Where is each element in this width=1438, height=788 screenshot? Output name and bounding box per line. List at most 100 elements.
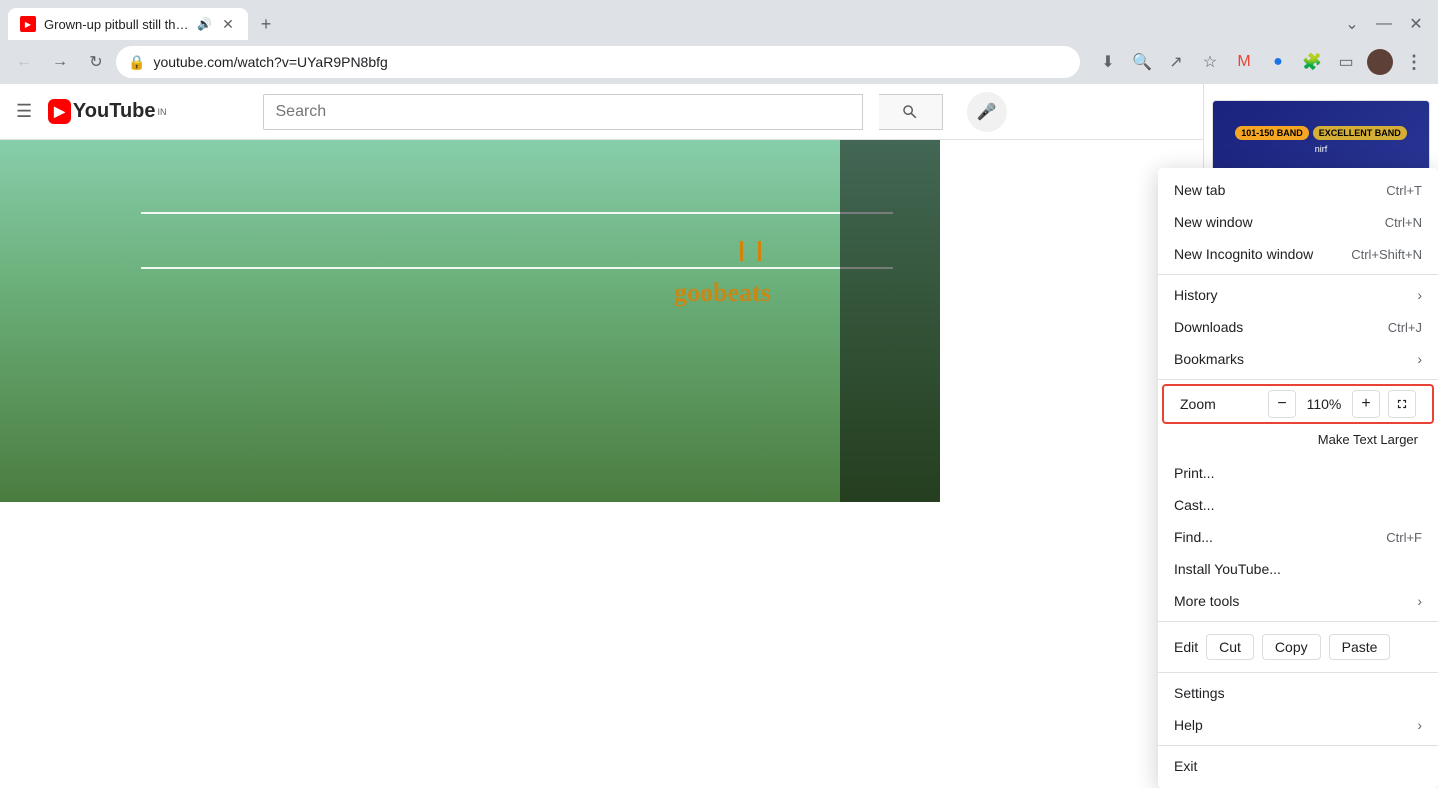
url-text: youtube.com/watch?v=UYaR9PN8bfg xyxy=(153,54,1068,70)
video-scene-bg xyxy=(0,140,940,502)
ad-badges: 101-150 BAND EXCELLENT BAND xyxy=(1235,126,1407,140)
extensions-puzzle-icon[interactable]: 🧩 xyxy=(1296,46,1328,78)
menu-item-more-tools[interactable]: More tools › xyxy=(1158,585,1438,617)
fullscreen-icon xyxy=(1395,397,1409,411)
tab-favicon xyxy=(20,16,36,32)
nirf-badge: 101-150 BAND xyxy=(1235,126,1309,140)
url-bar[interactable]: 🔒 youtube.com/watch?v=UYaR9PN8bfg xyxy=(116,46,1080,78)
forward-button[interactable]: → xyxy=(44,46,76,78)
paste-button[interactable]: Paste xyxy=(1329,634,1391,660)
menu-install-label: Install YouTube... xyxy=(1174,561,1422,577)
make-text-larger-button[interactable]: Make Text Larger xyxy=(1302,424,1434,455)
zoom-label: Zoom xyxy=(1180,396,1260,412)
menu-item-exit[interactable]: Exit xyxy=(1158,750,1438,782)
youtube-logo-sup: IN xyxy=(158,107,167,117)
menu-item-find[interactable]: Find... Ctrl+F xyxy=(1158,521,1438,553)
address-bar-icons: ⬇ 🔍 ↗ ☆ M ● 🧩 ▭ ⋮ xyxy=(1092,46,1430,78)
cast-icon[interactable]: ▭ xyxy=(1330,46,1362,78)
zoom-value: 110% xyxy=(1304,396,1344,412)
menu-more-tools-arrow: › xyxy=(1417,593,1422,609)
menu-bookmarks-arrow: › xyxy=(1417,351,1422,367)
menu-print-label: Print... xyxy=(1174,465,1422,481)
antenna-right xyxy=(758,241,761,261)
user-avatar xyxy=(1367,49,1393,75)
antenna-left xyxy=(740,241,743,261)
edit-row: Edit Cut Copy Paste xyxy=(1158,626,1438,668)
tab-bar-right: ⌄ — ✕ xyxy=(1338,10,1430,38)
menu-item-incognito[interactable]: New Incognito window Ctrl+Shift+N xyxy=(1158,238,1438,270)
menu-exit-label: Exit xyxy=(1174,758,1422,774)
menu-item-new-window[interactable]: New window Ctrl+N xyxy=(1158,206,1438,238)
fence-top xyxy=(141,212,893,214)
menu-item-bookmarks[interactable]: Bookmarks › xyxy=(1158,343,1438,375)
menu-new-window-label: New window xyxy=(1174,214,1373,230)
menu-item-settings[interactable]: Settings xyxy=(1158,677,1438,709)
search-box[interactable] xyxy=(263,94,863,130)
menu-item-install[interactable]: Install YouTube... xyxy=(1158,553,1438,585)
back-button[interactable]: ← xyxy=(8,46,40,78)
address-bar: ← → ↻ 🔒 youtube.com/watch?v=UYaR9PN8bfg … xyxy=(0,40,1438,84)
google-meet-icon[interactable]: ● xyxy=(1262,46,1294,78)
chrome-close-button[interactable]: ✕ xyxy=(1402,10,1430,38)
video-player[interactable]: goobeats xyxy=(0,140,940,502)
chrome-dropdown-menu: New tab Ctrl+T New window Ctrl+N New Inc… xyxy=(1158,168,1438,788)
zoom-icon[interactable]: 🔍 xyxy=(1126,46,1158,78)
excellent-badge: EXCELLENT BAND xyxy=(1313,126,1407,140)
menu-cast-label: Cast... xyxy=(1174,497,1422,513)
menu-downloads-label: Downloads xyxy=(1174,319,1376,335)
bookmark-star-icon[interactable]: ☆ xyxy=(1194,46,1226,78)
menu-more-tools-label: More tools xyxy=(1174,593,1405,609)
share-icon[interactable]: ↗ xyxy=(1160,46,1192,78)
menu-divider-2 xyxy=(1158,379,1438,380)
download-icon[interactable]: ⬇ xyxy=(1092,46,1124,78)
menu-divider-3 xyxy=(1158,621,1438,622)
menu-item-help[interactable]: Help › xyxy=(1158,709,1438,741)
menu-item-history[interactable]: History › xyxy=(1158,279,1438,311)
menu-divider-4 xyxy=(1158,672,1438,673)
tab-title: Grown-up pitbull still thinks xyxy=(44,17,189,32)
menu-item-cast[interactable]: Cast... xyxy=(1158,489,1438,521)
menu-item-new-tab[interactable]: New tab Ctrl+T xyxy=(1158,174,1438,206)
menu-incognito-label: New Incognito window xyxy=(1174,246,1339,262)
make-text-larger-row: Make Text Larger xyxy=(1158,422,1438,457)
search-input[interactable] xyxy=(264,103,862,121)
chrome-menu-button[interactable]: ⋮ xyxy=(1398,46,1430,78)
chrome-minimize-button[interactable]: ⌄ xyxy=(1338,10,1366,38)
menu-item-downloads[interactable]: Downloads Ctrl+J xyxy=(1158,311,1438,343)
menu-item-print[interactable]: Print... xyxy=(1158,457,1438,489)
zoom-increase-button[interactable]: + xyxy=(1352,390,1380,418)
secure-lock-icon: 🔒 xyxy=(128,54,145,71)
active-tab[interactable]: Grown-up pitbull still thinks 🔊 ✕ xyxy=(8,8,248,40)
chrome-restore-button[interactable]: — xyxy=(1370,10,1398,38)
zoom-fullscreen-button[interactable] xyxy=(1388,390,1416,418)
menu-downloads-shortcut: Ctrl+J xyxy=(1388,320,1422,335)
menu-bookmarks-label: Bookmarks xyxy=(1174,351,1405,367)
youtube-logo[interactable]: ▶ YouTube IN xyxy=(48,99,166,124)
menu-help-label: Help xyxy=(1174,717,1405,733)
edit-label: Edit xyxy=(1174,639,1198,655)
gmail-icon[interactable]: M xyxy=(1228,46,1260,78)
menu-new-tab-label: New tab xyxy=(1174,182,1374,198)
nirf-label: nirf xyxy=(1315,144,1328,154)
zoom-decrease-button[interactable]: − xyxy=(1268,390,1296,418)
mic-button[interactable]: 🎤 xyxy=(967,92,1007,132)
menu-history-arrow: › xyxy=(1417,287,1422,303)
youtube-header: ☰ ▶ YouTube IN 🎤 xyxy=(0,84,1203,140)
zoom-control-row: Zoom − 110% + xyxy=(1162,384,1434,424)
tab-close-button[interactable]: ✕ xyxy=(220,16,236,32)
video-background: goobeats xyxy=(0,140,940,502)
cut-button[interactable]: Cut xyxy=(1206,634,1254,660)
new-tab-button[interactable]: + xyxy=(252,10,280,38)
search-button[interactable] xyxy=(879,94,943,130)
ad-content: 101-150 BAND EXCELLENT BAND nirf xyxy=(1213,122,1429,158)
copy-button[interactable]: Copy xyxy=(1262,634,1321,660)
tab-audio-icon: 🔊 xyxy=(197,17,212,31)
menu-settings-label: Settings xyxy=(1174,685,1422,701)
fence-mid xyxy=(141,267,893,269)
reload-button[interactable]: ↻ xyxy=(80,46,112,78)
youtube-page: ☰ ▶ YouTube IN 🎤 xyxy=(0,84,1203,502)
page-content: ☰ ▶ YouTube IN 🎤 xyxy=(0,84,1438,502)
hamburger-menu-icon[interactable]: ☰ xyxy=(16,101,32,122)
video-dark-right xyxy=(840,140,940,502)
profile-avatar[interactable] xyxy=(1364,46,1396,78)
